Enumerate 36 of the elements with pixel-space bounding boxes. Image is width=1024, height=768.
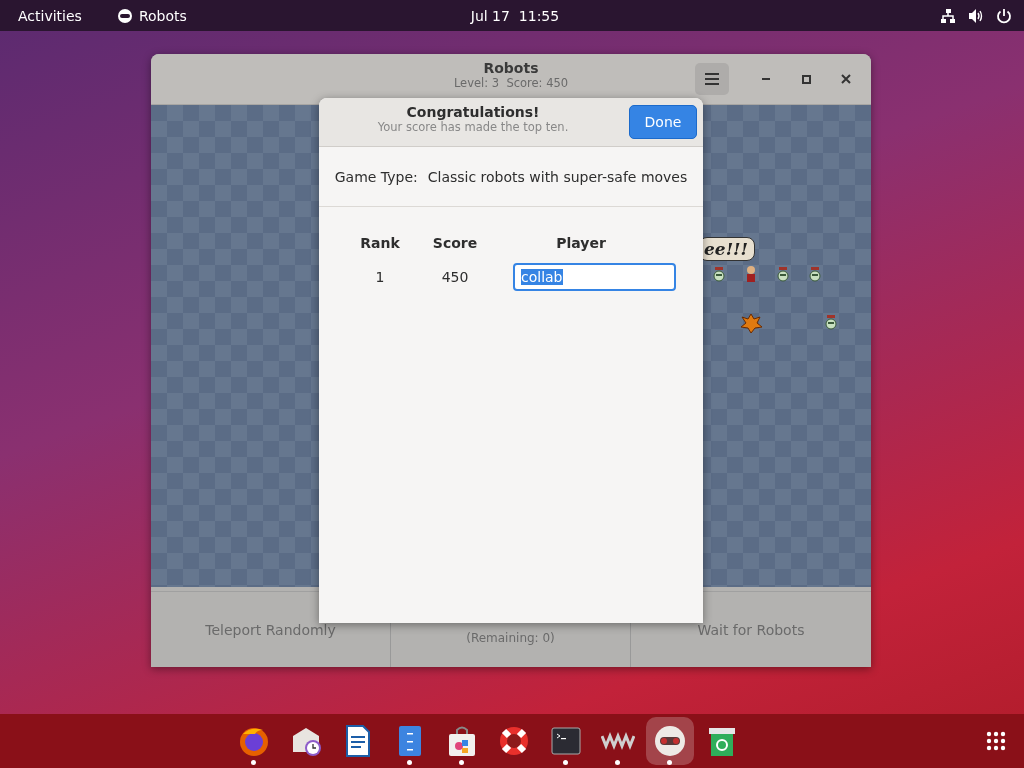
robot-icon [809,267,821,282]
robot-face-icon [117,8,132,23]
dialog-title: Congratulations! [406,104,540,120]
maximize-icon [801,74,811,84]
game-type-label: Game Type: [334,168,418,185]
close-icon [841,74,851,84]
network-icon[interactable] [940,7,956,24]
score-cell-text: 450 [440,269,470,285]
volume-icon[interactable] [968,7,984,24]
terminal-icon [549,724,583,758]
game-type-value: Classic robots with super-safe moves [427,168,688,185]
explosion-icon [740,313,763,334]
menu-icon [705,73,719,85]
column-header: Player [555,235,607,251]
minimize-icon [762,78,770,80]
dock-item[interactable] [646,717,694,765]
dialog-subtitle: Your score has made the top ten. [377,120,569,134]
app-menu[interactable]: Robots [138,7,187,24]
power-icon[interactable] [996,7,1012,24]
window-title: Robots [483,60,539,76]
player-figure [747,266,755,282]
window-subtitle: Level: 3 Score: 450 [453,76,569,90]
column-header: Score [431,235,479,251]
rank-cell-text: 1 [374,269,386,285]
lifebuoy-icon [497,724,531,758]
column-header: Rank [359,235,401,251]
done-button[interactable]: Done [629,105,697,139]
activities-button[interactable]: Activities [18,7,82,24]
menu-button[interactable] [695,63,729,95]
app-grid-icon[interactable] [986,731,1006,751]
robot-icon [777,267,789,282]
robot-face-icon [653,724,687,758]
clock[interactable]: Jul 17 11:55 [470,7,560,24]
robot-icon [713,267,725,282]
robot-icon [825,315,837,330]
player-name-field[interactable]: collab [513,263,676,291]
